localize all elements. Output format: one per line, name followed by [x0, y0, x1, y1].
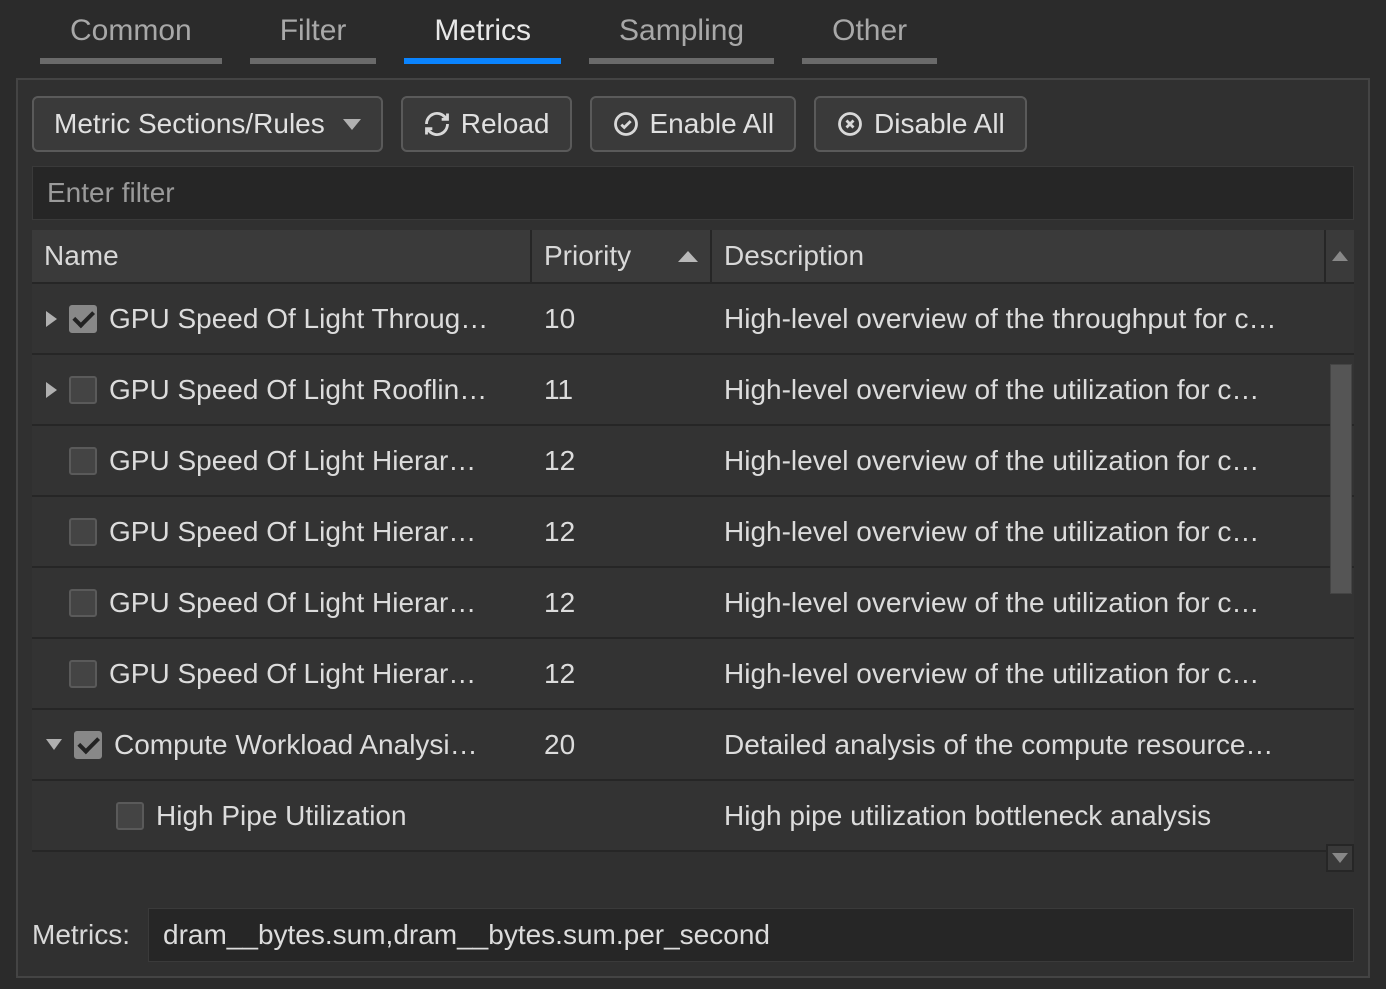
row-description: High-level overview of the utilization f… [712, 587, 1326, 619]
row-checkbox[interactable] [69, 447, 97, 475]
metrics-panel: Metric Sections/Rules Reload Enable All … [16, 78, 1370, 978]
toolbar: Metric Sections/Rules Reload Enable All … [18, 80, 1368, 166]
tab-bar: Common Filter Metrics Sampling Other [0, 0, 1386, 64]
metrics-label: Metrics: [32, 919, 130, 951]
row-name: GPU Speed Of Light Hierar… [109, 516, 520, 548]
table-row[interactable]: GPU Speed Of Light Hierar… 12High-level o… [32, 568, 1354, 639]
row-description: High pipe utilization bottleneck analysi… [712, 800, 1326, 832]
row-description: High-level overview of the throughput fo… [712, 303, 1326, 335]
row-name: GPU Speed Of Light Hierar… [109, 658, 520, 690]
col-priority[interactable]: Priority [532, 230, 712, 282]
tab-metrics[interactable]: Metrics [404, 0, 561, 64]
row-description: High-level overview of the utilization f… [712, 658, 1326, 690]
name-cell: High Pipe Utilization [32, 800, 532, 832]
expand-icon[interactable] [46, 311, 57, 327]
table-row[interactable]: GPU Speed Of Light Hierar… 12High-level o… [32, 497, 1354, 568]
col-priority-label: Priority [544, 240, 631, 272]
metric-sections-label: Metric Sections/Rules [54, 108, 325, 140]
name-cell: GPU Speed Of Light Hierar… [32, 587, 532, 619]
reload-icon [423, 110, 451, 138]
row-checkbox[interactable] [69, 376, 97, 404]
disable-all-button[interactable]: Disable All [814, 96, 1027, 152]
metrics-row: Metrics: [32, 908, 1354, 962]
tab-filter[interactable]: Filter [250, 0, 377, 64]
col-description[interactable]: Description [712, 230, 1326, 282]
check-circle-icon [612, 110, 640, 138]
filter-input[interactable] [32, 166, 1354, 220]
row-checkbox[interactable] [116, 802, 144, 830]
enable-all-button[interactable]: Enable All [590, 96, 797, 152]
name-cell: GPU Speed Of Light Hierar… [32, 445, 532, 477]
name-cell: GPU Speed Of Light Throug… [32, 303, 532, 335]
metrics-input[interactable] [148, 908, 1354, 962]
row-priority: 10 [532, 303, 712, 335]
sort-asc-icon [678, 251, 698, 262]
table-row[interactable]: GPU Speed Of Light Hierar… 12High-level o… [32, 639, 1354, 710]
name-cell: GPU Speed Of Light Hierar… [32, 658, 532, 690]
table-row[interactable]: Compute Workload Analysi… 20Detailed anal… [32, 710, 1354, 781]
tab-other[interactable]: Other [802, 0, 937, 64]
enable-all-label: Enable All [650, 108, 775, 140]
name-cell: GPU Speed Of Light Rooflin… [32, 374, 532, 406]
tab-common[interactable]: Common [40, 0, 222, 64]
row-priority: 12 [532, 445, 712, 477]
chevron-down-icon [343, 119, 361, 130]
metrics-table: Name Priority Description GPU Speed Of L… [32, 230, 1354, 852]
row-description: Detailed analysis of the compute resourc… [712, 729, 1326, 761]
row-checkbox[interactable] [69, 518, 97, 546]
row-name: High Pipe Utilization [156, 800, 520, 832]
x-circle-icon [836, 110, 864, 138]
scroll-down-button[interactable] [1326, 844, 1354, 872]
row-priority: 12 [532, 516, 712, 548]
row-priority: 20 [532, 729, 712, 761]
row-priority: 12 [532, 658, 712, 690]
table-header: Name Priority Description [32, 230, 1354, 284]
scroll-up-button[interactable] [1326, 230, 1354, 282]
scrollbar-thumb[interactable] [1330, 364, 1352, 594]
reload-label: Reload [461, 108, 550, 140]
row-checkbox[interactable] [74, 731, 102, 759]
expand-icon[interactable] [46, 382, 57, 398]
col-name[interactable]: Name [32, 230, 532, 282]
table-row[interactable]: GPU Speed Of Light Hierar… 12High-level o… [32, 426, 1354, 497]
row-name: GPU Speed Of Light Hierar… [109, 445, 520, 477]
row-description: High-level overview of the utilization f… [712, 374, 1326, 406]
row-name: GPU Speed Of Light Hierar… [109, 587, 520, 619]
metric-sections-dropdown[interactable]: Metric Sections/Rules [32, 96, 383, 152]
row-name: GPU Speed Of Light Rooflin… [109, 374, 520, 406]
collapse-icon[interactable] [46, 739, 62, 750]
row-description: High-level overview of the utilization f… [712, 445, 1326, 477]
arrow-up-icon [1332, 251, 1348, 261]
row-checkbox[interactable] [69, 660, 97, 688]
table-row[interactable]: GPU Speed Of Light Rooflin… 11High-level … [32, 355, 1354, 426]
row-priority: 11 [532, 374, 712, 406]
table-row[interactable]: High Pipe Utilization High pipe utilizati… [32, 781, 1354, 852]
row-checkbox[interactable] [69, 305, 97, 333]
name-cell: GPU Speed Of Light Hierar… [32, 516, 532, 548]
reload-button[interactable]: Reload [401, 96, 572, 152]
name-cell: Compute Workload Analysi… [32, 729, 532, 761]
table-row[interactable]: GPU Speed Of Light Throug… 10High-level o… [32, 284, 1354, 355]
row-priority: 12 [532, 587, 712, 619]
row-name: GPU Speed Of Light Throug… [109, 303, 520, 335]
row-checkbox[interactable] [69, 589, 97, 617]
row-description: High-level overview of the utilization f… [712, 516, 1326, 548]
disable-all-label: Disable All [874, 108, 1005, 140]
row-name: Compute Workload Analysi… [114, 729, 520, 761]
arrow-down-icon [1332, 853, 1348, 863]
tab-sampling[interactable]: Sampling [589, 0, 774, 64]
